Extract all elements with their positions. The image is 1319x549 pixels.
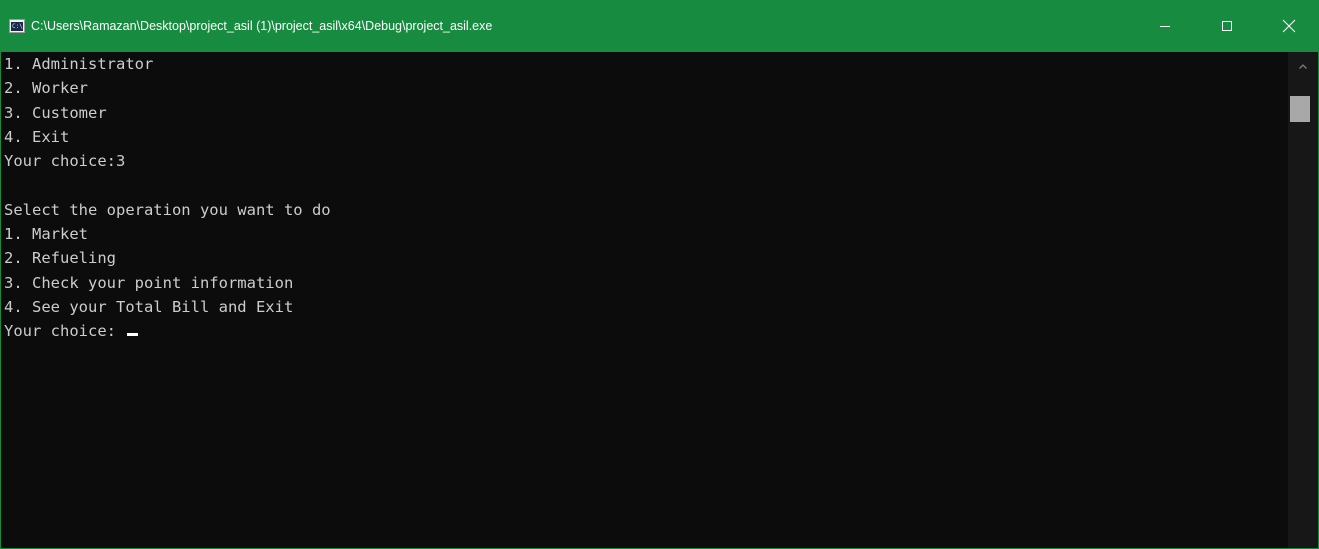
- scroll-thumb[interactable]: [1290, 96, 1310, 122]
- caption-buttons: [1134, 0, 1319, 52]
- input-prompt-line[interactable]: Your choice:: [1, 319, 1287, 343]
- console-line: 4. Exit: [4, 127, 70, 146]
- console-output[interactable]: 1. Administrator 2. Worker 3. Customer 4…: [1, 52, 1287, 548]
- minimize-icon: [1160, 26, 1170, 27]
- text-cursor: [127, 333, 139, 337]
- title-bar[interactable]: C:\ C:\Users\Ramazan\Desktop\project_asi…: [1, 0, 1319, 52]
- console-line: 4. See your Total Bill and Exit: [4, 297, 294, 316]
- chevron-up-icon: [1299, 64, 1307, 69]
- console-line: 2. Refueling: [4, 249, 116, 268]
- minimize-button[interactable]: [1134, 0, 1196, 52]
- vertical-scrollbar[interactable]: [1288, 52, 1318, 548]
- console-app-icon[interactable]: C:\: [9, 19, 25, 33]
- close-icon: [1282, 19, 1296, 33]
- console-line: 3. Check your point information: [4, 273, 294, 292]
- console-app-icon-text: C:\: [11, 22, 23, 31]
- console-line: 1. Market: [4, 225, 88, 244]
- input-prompt: Your choice:: [4, 322, 126, 341]
- maximize-icon: [1222, 21, 1232, 31]
- console-line: Select the operation you want to do: [4, 200, 331, 219]
- console-line: 1. Administrator: [4, 55, 154, 73]
- console-window: C:\ C:\Users\Ramazan\Desktop\project_asi…: [0, 0, 1319, 549]
- console-line: 3. Customer: [4, 103, 107, 122]
- console-line: 2. Worker: [4, 79, 88, 98]
- maximize-button[interactable]: [1196, 0, 1258, 52]
- console-line: Your choice:3: [4, 152, 126, 171]
- close-button[interactable]: [1258, 0, 1319, 52]
- scroll-up-button[interactable]: [1288, 52, 1318, 82]
- window-title: C:\Users\Ramazan\Desktop\project_asil (1…: [31, 19, 493, 33]
